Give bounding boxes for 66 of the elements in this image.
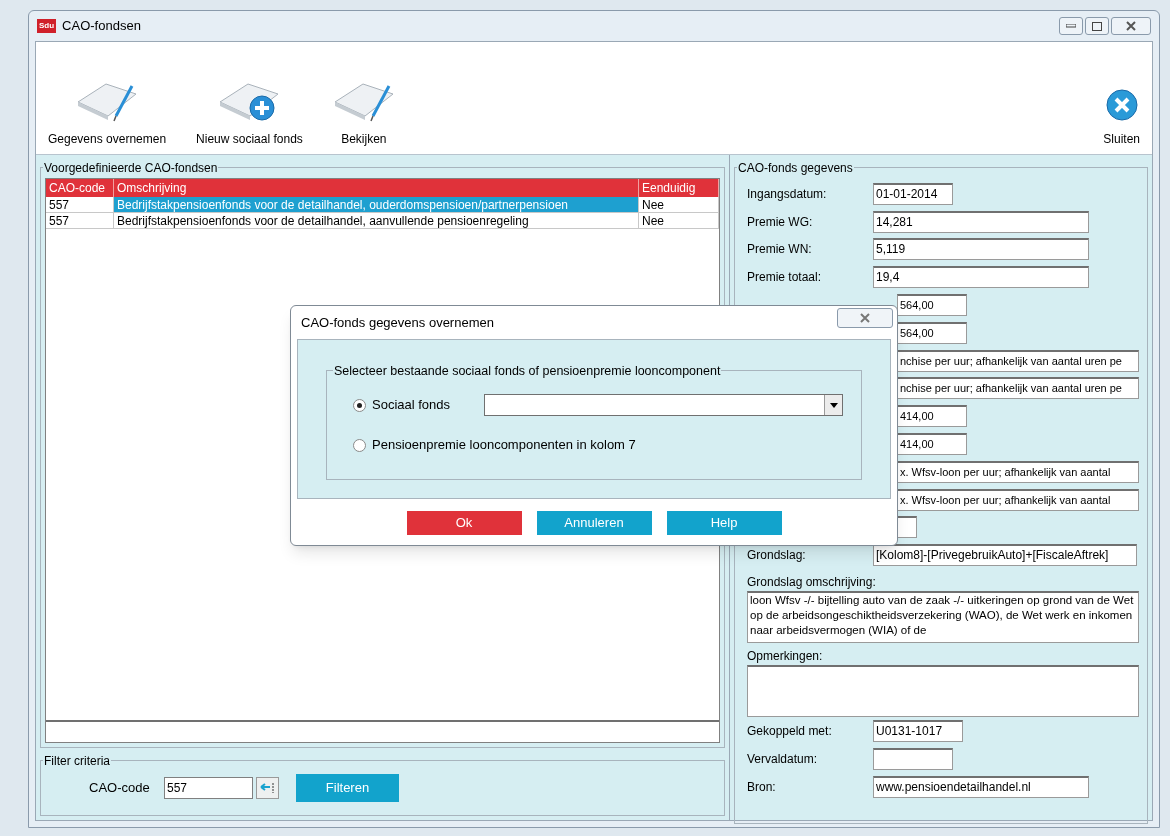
- input-field[interactable]: x. Wfsv-loon per uur; afhankelijk van aantal: [897, 460, 1139, 483]
- input-field[interactable]: 414,00: [897, 405, 967, 428]
- maximize-button[interactable]: [1085, 17, 1109, 35]
- input-field[interactable]: 01-01-2014: [873, 182, 953, 205]
- dialog-title: CAO-fonds gegevens overnemen: [300, 313, 494, 332]
- input-field[interactable]: x. Wfsv-loon per uur; afhankelijk van aantal: [897, 488, 1139, 511]
- input-field[interactable]: 564,00: [897, 321, 967, 344]
- cao-code-field[interactable]: 557: [164, 777, 253, 799]
- input-field[interactable]: [Kolom8]-[PrivegebruikAuto]+[FiscaleAftrek]: [873, 544, 1137, 567]
- close-icon: [1104, 88, 1139, 122]
- maximize-icon: [1092, 21, 1102, 31]
- input-field[interactable]: [897, 516, 917, 539]
- table-cell: Nee: [639, 213, 719, 229]
- field-label: Grondslag:: [747, 547, 807, 565]
- input-field[interactable]: nchise per uur; afhankelijk van aantal uren pe: [897, 349, 1139, 372]
- document-pen-icon: [76, 80, 139, 122]
- field-label: Premie WG:: [747, 213, 814, 231]
- toolbar-button[interactable]: Sluiten: [1097, 78, 1146, 148]
- input-field[interactable]: U0131-1017: [873, 720, 963, 743]
- close-icon: [1126, 21, 1136, 31]
- close-icon: [860, 313, 870, 323]
- radio-button[interactable]: [353, 398, 366, 412]
- table-cell: Bedrijfstakpensioenfonds voor de detailhandel, ouderdomspensioen/partnerpensioen: [114, 197, 639, 213]
- field-label: Bron:: [747, 778, 777, 796]
- close-button[interactable]: [837, 308, 893, 328]
- arrow-left-icon: [259, 782, 276, 794]
- input-field[interactable]: [873, 747, 953, 770]
- field-label: Premie WN:: [747, 241, 813, 259]
- table-cell: 557: [46, 213, 114, 229]
- field-label: Opmerkingen:: [747, 648, 824, 666]
- input-field[interactable]: nchise per uur; afhankelijk van aantal uren pe: [897, 377, 1139, 400]
- text-area[interactable]: loon Wfsv -/- bijtelling auto van de zaak -/- uitkeringen op grond van de Wet op de arbeidsongeschiktheidsverzekering (WAO), de Wet werk en inkomen naar arbeidsvermogen (WIA) of de: [747, 591, 1139, 644]
- field-label: Gekoppeld met:: [747, 723, 833, 741]
- dropdown-arrow-icon: [829, 402, 838, 408]
- input-field[interactable]: 5,119: [873, 238, 1089, 261]
- dropdown-field[interactable]: [484, 394, 843, 416]
- text-area[interactable]: [747, 665, 1139, 718]
- dialog-button[interactable]: Ok: [406, 511, 522, 535]
- field-label: Grondslag omschrijving:: [747, 574, 877, 592]
- table-cell: Nee: [639, 197, 719, 213]
- table-cell: Bedrijfstakpensioenfonds voor de detailhandel, aanvullende pensioenregeling: [114, 213, 639, 229]
- input-field[interactable]: 14,281: [873, 210, 1089, 233]
- input-field[interactable]: 414,00: [897, 433, 967, 456]
- input-field[interactable]: 564,00: [897, 294, 967, 317]
- field-label: Premie totaal:: [747, 269, 823, 287]
- app-logo: Sdu: [37, 19, 57, 33]
- toolbar-button[interactable]: Bekijken: [326, 78, 401, 148]
- option-label: Pensioenpremie looncomponenten in kolom 7: [372, 436, 636, 455]
- field-label: Vervaldatum:: [747, 750, 819, 768]
- minimize-icon: [1066, 24, 1076, 28]
- close-button[interactable]: [1111, 17, 1151, 35]
- table-cell: 557: [46, 197, 114, 213]
- table-row[interactable]: 557 Bedrijfstakpensioenfonds voor de detailhandel, aanvullende pensioenregeling Nee: [46, 213, 719, 229]
- lookup-button[interactable]: [256, 777, 279, 799]
- input-field[interactable]: www.pensioendetailhandel.nl: [873, 775, 1089, 798]
- document-pen-icon: [332, 80, 395, 122]
- toolbar-button[interactable]: Nieuw sociaal fonds: [190, 78, 309, 148]
- window-title: CAO-fondsen: [62, 17, 141, 36]
- field-label: Ingangsdatum:: [747, 185, 828, 203]
- document-add-icon: [218, 80, 281, 122]
- table-row-selected[interactable]: 557 Bedrijfstakpensioenfonds voor de detailhandel, ouderdomspensioen/partnerpensioen Nee: [46, 197, 719, 213]
- option-label: Sociaal fonds: [372, 396, 452, 415]
- field-label: CAO-code: [89, 779, 151, 798]
- toolbar-button[interactable]: Gegevens overnemen: [42, 78, 173, 148]
- radio-button[interactable]: [353, 438, 366, 452]
- input-field[interactable]: 19,4: [873, 266, 1089, 289]
